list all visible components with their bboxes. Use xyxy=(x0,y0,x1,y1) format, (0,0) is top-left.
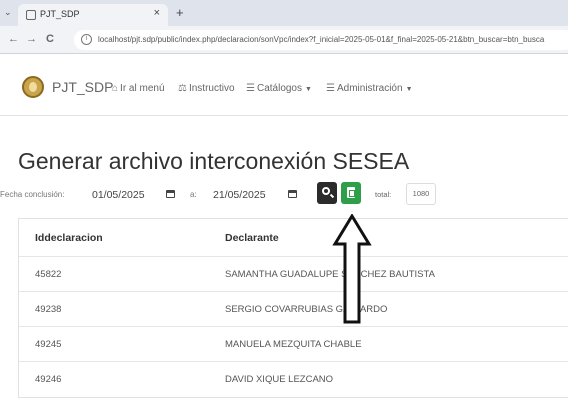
browser-tab-bar: ⌄ PJT_SDP × + xyxy=(0,0,568,26)
calendar-icon[interactable] xyxy=(288,190,297,198)
search-icon xyxy=(322,187,330,195)
forward-icon[interactable]: → xyxy=(26,33,37,45)
cell-iddeclaracion: 49238 xyxy=(35,303,62,315)
url-field[interactable]: i localhost/pjt.sdp/public/index.php/dec… xyxy=(74,30,568,50)
fecha-final-field[interactable]: 21/05/2025 xyxy=(213,183,283,207)
nav-item-catalogos[interactable]: ☰ Catálogos ▼ xyxy=(246,83,312,94)
page-title: Generar archivo interconexión SESEA xyxy=(18,148,410,174)
nav-item-label: Administración xyxy=(336,83,403,94)
fecha-conclusion-label: Fecha conclusión: xyxy=(0,190,65,199)
reload-icon[interactable]: C xyxy=(46,33,54,45)
calendar-icon[interactable] xyxy=(166,190,175,198)
search-button[interactable] xyxy=(317,182,337,204)
nav-item-label: Catálogos xyxy=(256,83,302,94)
browser-address-bar: ← → C i localhost/pjt.sdp/public/index.p… xyxy=(0,26,568,54)
cell-iddeclaracion: 45822 xyxy=(35,268,62,280)
site-info-icon[interactable]: i xyxy=(81,34,92,45)
caret-down-icon: ▼ xyxy=(305,86,312,93)
database-icon: ☰ xyxy=(326,83,335,94)
nav-item-label: Instructivo xyxy=(188,83,235,94)
table-header: Iddeclaracion Declarante xyxy=(19,219,568,257)
cell-declarante: DAVID XIQUE LEZCANO xyxy=(225,374,334,385)
scale-icon: ⚖ xyxy=(178,83,187,94)
app-navbar: PJT_SDP ⌂ Ir al menú ⚖ Instructivo ☰ Catálo… xyxy=(0,54,568,116)
nav-item-menu[interactable]: ⌂ Ir al menú xyxy=(112,83,165,94)
table-row[interactable]: 49245 MANUELA MEZQUITA CHABLE xyxy=(19,327,568,362)
close-tab-icon[interactable]: × xyxy=(154,7,160,19)
tab-title: PJT_SDP xyxy=(40,9,80,19)
nav-item-administracion[interactable]: ☰ Administración ▼ xyxy=(326,83,413,94)
cell-iddeclaracion: 49245 xyxy=(35,338,62,350)
total-value: 1080 xyxy=(406,183,436,205)
fecha-inicial-field[interactable]: 01/05/2025 xyxy=(92,183,162,207)
lock-icon xyxy=(26,10,36,20)
table-row[interactable]: 49238 SERGIO COVARRUBIAS GALLARDO xyxy=(19,292,568,327)
table-row[interactable]: 45822 SAMANTHA GUADALUPE SANCHEZ BAUTIST… xyxy=(19,257,568,292)
nav-item-label: Ir al menú xyxy=(120,83,165,94)
tab-list-chevron-icon[interactable]: ⌄ xyxy=(4,7,12,18)
nav-item-instructivo[interactable]: ⚖ Instructivo xyxy=(178,83,235,94)
browser-tab[interactable]: PJT_SDP × xyxy=(18,4,168,26)
annotation-arrow-up-icon xyxy=(332,214,372,324)
cell-declarante: SAMANTHA GUADALUPE SANCHEZ BAUTISTA xyxy=(225,268,435,280)
fecha-inicial-value[interactable]: 01/05/2025 xyxy=(92,189,145,201)
table-row[interactable]: 49246 DAVID XIQUE LEZCANO xyxy=(19,362,568,397)
column-header-iddeclaracion[interactable]: Iddeclaracion xyxy=(35,219,103,256)
back-icon[interactable]: ← xyxy=(8,33,19,45)
declaraciones-table: Iddeclaracion Declarante 45822 SAMANTHA … xyxy=(18,218,568,398)
app-logo[interactable] xyxy=(22,76,44,98)
file-excel-icon xyxy=(347,187,355,198)
total-label: total: xyxy=(375,190,392,199)
table-body: 45822 SAMANTHA GUADALUPE SANCHEZ BAUTIST… xyxy=(19,257,568,397)
new-tab-button[interactable]: + xyxy=(176,5,184,20)
brand-name[interactable]: PJT_SDP xyxy=(52,79,113,95)
url-text[interactable]: localhost/pjt.sdp/public/index.php/decla… xyxy=(98,35,544,44)
database-icon: ☰ xyxy=(246,83,255,94)
cell-iddeclaracion: 49246 xyxy=(35,374,62,385)
caret-down-icon: ▼ xyxy=(405,86,413,93)
cell-declarante: MANUELA MEZQUITA CHABLE xyxy=(225,338,362,350)
column-header-declarante[interactable]: Declarante xyxy=(225,219,279,256)
export-excel-button[interactable] xyxy=(341,182,361,204)
home-icon: ⌂ xyxy=(112,83,119,94)
date-separator-label: a: xyxy=(190,190,197,199)
fecha-final-value[interactable]: 21/05/2025 xyxy=(213,189,266,201)
